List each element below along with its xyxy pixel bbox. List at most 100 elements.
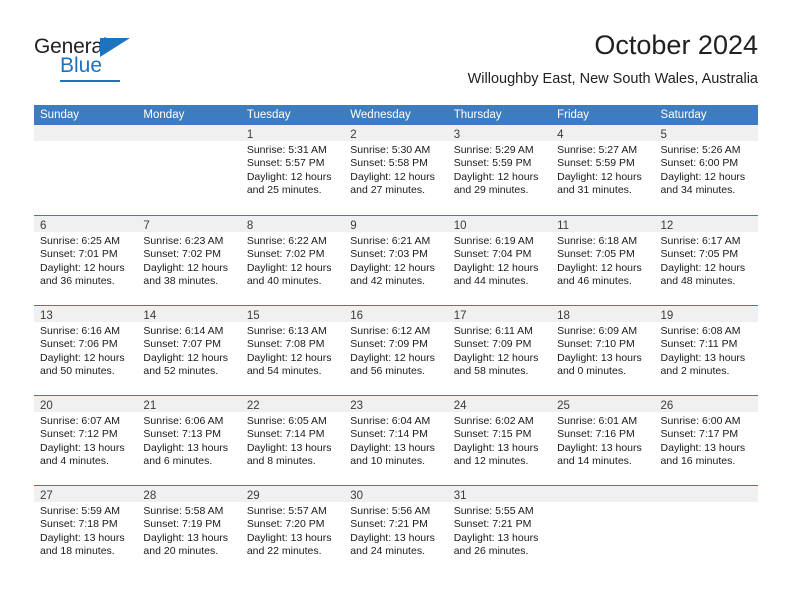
day-details: Sunrise: 5:31 AM Sunset: 5:57 PM Daylight:… — [241, 141, 344, 198]
calendar-day-cell[interactable]: 3 Sunrise: 5:29 AM Sunset: 5:59 PM Daylight… — [447, 125, 552, 215]
day-detail-line: Sunrise: 6:02 AM — [453, 415, 534, 427]
day-number-band: 24 — [447, 396, 552, 412]
day-detail-line: Daylight: 13 hours — [246, 531, 332, 544]
logo-underline — [60, 80, 120, 82]
day-detail-line: Sunrise: 5:27 AM — [557, 144, 638, 156]
day-detail-line: Sunset: 7:02 PM — [143, 248, 222, 261]
day-detail-line: and 56 minutes. — [350, 365, 425, 378]
title-block: October 2024 Willoughby East, New South … — [468, 28, 758, 90]
day-details: Sunrise: 5:27 AM Sunset: 5:59 PM Daylight:… — [551, 141, 654, 198]
day-number: 24 — [453, 400, 467, 412]
day-detail-line: and 24 minutes. — [350, 545, 425, 558]
day-number-band: 11 — [551, 216, 655, 232]
day-number: 16 — [350, 310, 364, 322]
day-detail-line: Sunset: 7:19 PM — [143, 518, 222, 531]
day-detail-line: Daylight: 12 hours — [143, 261, 229, 274]
day-detail-line: Daylight: 13 hours — [350, 441, 435, 454]
calendar-day-cell[interactable]: 30 Sunrise: 5:56 AM Sunset: 7:21 PM Dayligh… — [344, 486, 448, 575]
weekday-header-friday: Friday — [557, 109, 590, 121]
day-detail-line: and 29 minutes. — [453, 184, 529, 197]
calendar-day-cell[interactable]: 19 Sunrise: 6:08 AM Sunset: 7:11 PM Dayligh… — [654, 306, 758, 395]
day-details: Sunrise: 5:30 AM Sunset: 5:58 PM Daylight:… — [344, 141, 447, 198]
day-number-band: 16 — [344, 306, 448, 322]
calendar-day-cell[interactable]: 24 Sunrise: 6:02 AM Sunset: 7:15 PM Dayligh… — [447, 396, 552, 485]
calendar-day-cell[interactable]: 4 Sunrise: 5:27 AM Sunset: 5:59 PM Daylight… — [551, 125, 655, 215]
day-number: 10 — [453, 220, 467, 232]
calendar-day-cell[interactable]: 21 Sunrise: 6:06 AM Sunset: 7:13 PM Dayligh… — [137, 396, 241, 485]
day-detail-line: and 26 minutes. — [453, 545, 529, 558]
calendar-week-row: 13 Sunrise: 6:16 AM Sunset: 7:06 PM Dayligh… — [34, 305, 758, 395]
day-detail-line: and 58 minutes. — [453, 365, 529, 378]
day-details: Sunrise: 6:17 AM Sunset: 7:05 PM Daylight:… — [655, 232, 758, 289]
day-details: Sunrise: 6:05 AM Sunset: 7:14 PM Daylight:… — [241, 412, 344, 469]
calendar-day-cell[interactable]: 9 Sunrise: 6:21 AM Sunset: 7:03 PM Daylight… — [344, 216, 448, 305]
day-detail-line: Sunset: 7:17 PM — [660, 428, 739, 441]
day-detail-line: Sunrise: 6:13 AM — [246, 325, 327, 337]
calendar-day-cell[interactable]: 16 Sunrise: 6:12 AM Sunset: 7:09 PM Dayligh… — [344, 306, 448, 395]
calendar-day-cell[interactable]: 5 Sunrise: 5:26 AM Sunset: 6:00 PM Daylight… — [654, 125, 758, 215]
calendar-day-cell[interactable]: 14 Sunrise: 6:14 AM Sunset: 7:07 PM Dayligh… — [137, 306, 241, 395]
calendar-day-cell[interactable]: 28 Sunrise: 5:58 AM Sunset: 7:19 PM Dayligh… — [137, 486, 241, 575]
day-detail-line: Daylight: 12 hours — [40, 351, 125, 364]
calendar-day-cell[interactable]: 12 Sunrise: 6:17 AM Sunset: 7:05 PM Dayligh… — [654, 216, 758, 305]
calendar-day-cell[interactable]: 18 Sunrise: 6:09 AM Sunset: 7:10 PM Dayligh… — [551, 306, 655, 395]
day-number: 15 — [246, 310, 260, 322]
calendar-day-cell[interactable]: 27 Sunrise: 5:59 AM Sunset: 7:18 PM Dayligh… — [34, 486, 138, 575]
general-blue-logo[interactable]: General Blue — [34, 36, 149, 84]
day-detail-line: Daylight: 12 hours — [350, 261, 435, 274]
day-details: Sunrise: 5:26 AM Sunset: 6:00 PM Daylight:… — [655, 141, 758, 198]
day-detail-line: Sunset: 7:21 PM — [453, 518, 532, 531]
calendar-page: General Blue October 2024 Willoughby Eas… — [0, 0, 792, 612]
calendar-day-cell[interactable]: 6 Sunrise: 6:25 AM Sunset: 7:01 PM Daylight… — [34, 216, 138, 305]
calendar-day-cell[interactable]: 10 Sunrise: 6:19 AM Sunset: 7:04 PM Dayligh… — [447, 216, 552, 305]
page-title: October 2024 — [594, 30, 758, 60]
calendar-day-cell[interactable]: 1 Sunrise: 5:31 AM Sunset: 5:57 PM Daylight… — [240, 125, 345, 215]
day-number-band: 23 — [344, 396, 448, 412]
calendar-day-cell[interactable]: 20 Sunrise: 6:07 AM Sunset: 7:12 PM Dayligh… — [34, 396, 138, 485]
calendar-day-cell[interactable]: 15 Sunrise: 6:13 AM Sunset: 7:08 PM Dayligh… — [240, 306, 345, 395]
day-detail-line: Sunrise: 5:31 AM — [246, 144, 327, 156]
day-detail-line: Daylight: 12 hours — [660, 170, 746, 183]
day-detail-line: Sunset: 7:09 PM — [350, 338, 428, 351]
calendar-day-cell[interactable]: 22 Sunrise: 6:05 AM Sunset: 7:14 PM Dayligh… — [240, 396, 345, 485]
day-details: Sunrise: 6:22 AM Sunset: 7:02 PM Daylight:… — [241, 232, 344, 289]
day-detail-line: and 46 minutes. — [557, 275, 632, 288]
calendar-day-cell[interactable]: 23 Sunrise: 6:04 AM Sunset: 7:14 PM Dayligh… — [344, 396, 448, 485]
day-number-band — [137, 125, 241, 141]
day-detail-line: Sunrise: 6:21 AM — [350, 235, 431, 247]
day-detail-line: and 27 minutes. — [350, 184, 425, 197]
day-number: 20 — [40, 400, 53, 412]
calendar-day-cell[interactable]: 8 Sunrise: 6:22 AM Sunset: 7:02 PM Daylight… — [240, 216, 345, 305]
day-detail-line: and 4 minutes. — [40, 455, 109, 468]
calendar-day-cell-empty — [34, 125, 138, 215]
day-details: Sunrise: 6:13 AM Sunset: 7:08 PM Daylight:… — [241, 322, 344, 379]
calendar-day-cell[interactable]: 25 Sunrise: 6:01 AM Sunset: 7:16 PM Dayligh… — [551, 396, 655, 485]
day-number: 11 — [557, 220, 570, 232]
day-detail-line: and 20 minutes. — [143, 545, 219, 558]
calendar-day-cell[interactable]: 17 Sunrise: 6:11 AM Sunset: 7:09 PM Dayligh… — [447, 306, 552, 395]
day-detail-line: Sunrise: 6:17 AM — [660, 235, 741, 247]
day-details: Sunrise: 6:19 AM Sunset: 7:04 PM Daylight:… — [448, 232, 551, 289]
day-number-band: 14 — [137, 306, 241, 322]
calendar-day-cell[interactable]: 26 Sunrise: 6:00 AM Sunset: 7:17 PM Dayligh… — [654, 396, 758, 485]
calendar-day-cell[interactable]: 2 Sunrise: 5:30 AM Sunset: 5:58 PM Daylight… — [344, 125, 448, 215]
day-detail-line: Sunset: 7:16 PM — [557, 428, 635, 441]
day-detail-line: Sunset: 7:18 PM — [40, 518, 118, 531]
day-detail-line: Sunset: 7:11 PM — [660, 338, 738, 351]
day-number-band: 12 — [654, 216, 758, 232]
calendar-day-cell[interactable]: 11 Sunrise: 6:18 AM Sunset: 7:05 PM Dayligh… — [551, 216, 655, 305]
day-number-band: 10 — [447, 216, 552, 232]
day-number: 30 — [350, 490, 364, 502]
calendar-day-cell[interactable]: 29 Sunrise: 5:57 AM Sunset: 7:20 PM Dayligh… — [240, 486, 345, 575]
day-number-band: 29 — [240, 486, 345, 502]
day-number-band: 31 — [447, 486, 552, 502]
day-number: 25 — [557, 400, 570, 412]
calendar-week-row: 20 Sunrise: 6:07 AM Sunset: 7:12 PM Dayligh… — [34, 395, 758, 485]
day-detail-line: Sunset: 7:08 PM — [246, 338, 325, 351]
calendar-day-cell[interactable]: 31 Sunrise: 5:55 AM Sunset: 7:21 PM Dayligh… — [447, 486, 552, 575]
day-detail-line: Daylight: 12 hours — [246, 351, 332, 364]
day-detail-line: Sunrise: 6:05 AM — [246, 415, 327, 427]
calendar-day-cell[interactable]: 13 Sunrise: 6:16 AM Sunset: 7:06 PM Dayligh… — [34, 306, 138, 395]
day-number-band: 26 — [654, 396, 758, 412]
calendar-day-cell[interactable]: 7 Sunrise: 6:23 AM Sunset: 7:02 PM Daylight… — [137, 216, 241, 305]
